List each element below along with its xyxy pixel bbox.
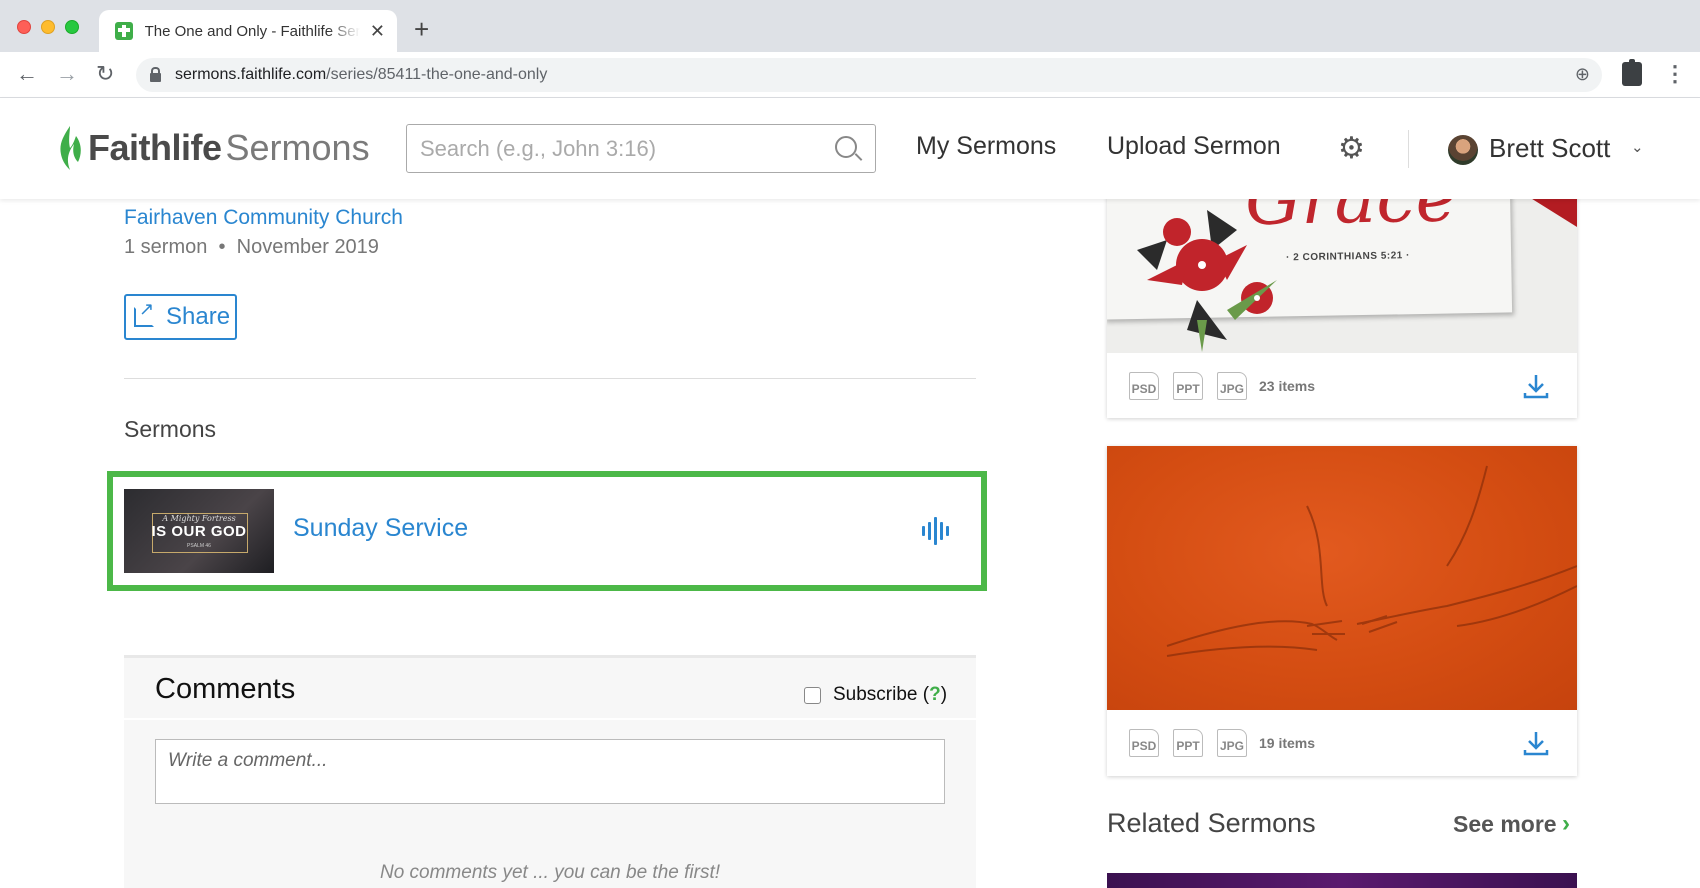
chevron-right-icon[interactable]: › <box>1562 810 1570 838</box>
external-link-icon <box>134 299 154 327</box>
empty-comments-text: No comments yet ... you can be the first… <box>379 862 721 883</box>
faithlife-sermons-logo[interactable]: Faithlife Sermons <box>56 124 370 172</box>
related-sermon-thumbnail[interactable] <box>1107 873 1577 888</box>
url-text: sermons.faithlife.com/series/85411-the-o… <box>175 66 547 84</box>
logo-wordmark-light: Sermons <box>225 127 370 168</box>
sermon-list-item[interactable]: A Mighty Fortress IS OUR GOD PSALM 46 Su… <box>124 489 960 573</box>
browser-menu-icon[interactable]: ⋮ <box>1664 62 1686 86</box>
waveform-bar <box>922 526 925 536</box>
url-host: sermons.faithlife.com <box>175 66 327 83</box>
tab-close-icon[interactable]: ✕ <box>370 22 385 40</box>
lock-icon <box>150 66 161 82</box>
resource-formats: PSD PPT JPG 23 items <box>1107 353 1577 418</box>
church-link[interactable]: Fairhaven Community Church <box>124 206 403 230</box>
logo-wordmark-bold: Faithlife <box>88 127 222 168</box>
waveform-bar <box>940 522 943 540</box>
see-more-link[interactable]: See more <box>1453 811 1557 838</box>
header-divider <box>1408 130 1409 168</box>
jpg-file-icon: JPG <box>1217 728 1247 757</box>
maximize-window-button[interactable] <box>65 20 79 34</box>
items-count: 23 items <box>1259 377 1316 394</box>
sermons-heading: Sermons <box>124 416 217 442</box>
share-label: Share <box>166 303 231 330</box>
resource-preview-image[interactable]: Grace · 2 CORINTHIANS 5:21 · <box>1107 190 1577 353</box>
subscribe-checkbox[interactable] <box>804 686 821 704</box>
sermon-title-link[interactable]: Sunday Service <box>293 514 468 543</box>
download-icon[interactable] <box>1523 730 1549 756</box>
sermon-count: 1 sermon <box>124 236 208 258</box>
sermon-thumbnail[interactable]: A Mighty Fortress IS OUR GOD PSALM 46 <box>124 489 274 573</box>
resource-preview-image[interactable] <box>1107 446 1577 710</box>
section-divider <box>124 378 976 379</box>
forward-arrow-icon[interactable]: → <box>56 62 78 86</box>
comments-section: Comments Subscribe (?) No comments yet .… <box>124 655 976 888</box>
comments-divider <box>124 718 976 720</box>
browser-tab-bar: The One and Only - Faithlife Sermons ✕ + <box>0 0 1700 52</box>
minimize-window-button[interactable] <box>41 20 55 34</box>
psd-file-icon: PSD <box>1129 371 1159 400</box>
user-name[interactable]: Brett Scott <box>1489 133 1610 164</box>
subscribe-label: Subscribe <box>833 684 918 705</box>
ppt-file-icon: PPT <box>1173 371 1203 400</box>
meta-dot: • <box>212 236 232 258</box>
comments-title: Comments <box>155 673 296 705</box>
url-path: /series/85411-the-one-and-only <box>326 66 548 83</box>
items-count: 19 items <box>1259 734 1316 751</box>
site-header: Faithlife Sermons My Sermons Upload Serm… <box>0 98 1700 199</box>
ppt-file-icon: PPT <box>1173 728 1203 757</box>
gear-icon[interactable]: ⚙ <box>1338 134 1365 164</box>
download-icon[interactable] <box>1523 373 1549 399</box>
resource-card[interactable]: PSD PPT JPG 19 items <box>1107 446 1577 776</box>
series-date: November 2019 <box>236 236 379 258</box>
reload-icon[interactable]: ↻ <box>96 62 114 86</box>
nav-my-sermons[interactable]: My Sermons <box>916 132 1056 161</box>
zoom-icon[interactable]: ⊕ <box>1575 64 1590 85</box>
clipboard-extension-icon[interactable] <box>1622 59 1642 86</box>
thumbnail-title-text: IS OUR GOD <box>151 523 247 540</box>
waveform-bar <box>934 517 937 545</box>
new-tab-button[interactable]: + <box>414 14 429 45</box>
tab-title: The One and Only - Faithlife Sermons <box>144 22 360 40</box>
url-field[interactable]: sermons.faithlife.com/series/85411-the-o… <box>136 58 1602 92</box>
thumbnail-ref-text: PSALM 46 <box>187 543 211 549</box>
close-window-button[interactable] <box>17 20 31 34</box>
psd-file-icon: PSD <box>1129 728 1159 757</box>
comment-input[interactable] <box>156 740 944 803</box>
search-input[interactable] <box>407 125 875 172</box>
subscribe-help[interactable]: (?) <box>918 684 947 706</box>
browser-tab[interactable]: The One and Only - Faithlife Sermons ✕ <box>99 10 397 52</box>
flame-icon <box>60 126 81 170</box>
avatar[interactable] <box>1448 135 1478 165</box>
help-icon[interactable]: ? <box>929 684 941 705</box>
address-bar: ← → ↻ sermons.faithlife.com/series/85411… <box>0 52 1700 98</box>
creation-hands-graphic <box>1166 465 1577 657</box>
audio-waveform-icon[interactable] <box>921 517 949 545</box>
nav-upload-sermon[interactable]: Upload Sermon <box>1107 132 1281 161</box>
subscribe-control[interactable]: Subscribe (?) <box>804 684 947 706</box>
resource-formats: PSD PPT JPG 19 items <box>1107 710 1577 775</box>
back-arrow-icon[interactable]: ← <box>16 62 38 86</box>
waveform-bar <box>946 526 949 536</box>
comment-field <box>155 739 945 804</box>
poinsettia-graphic <box>1137 210 1277 352</box>
share-button[interactable]: Share <box>124 294 237 340</box>
series-meta: 1 sermon • November 2019 <box>124 236 379 259</box>
jpg-file-icon: JPG <box>1217 371 1247 400</box>
search-box <box>406 124 876 173</box>
resource-card[interactable]: Grace · 2 CORINTHIANS 5:21 · PSD PPT JPG… <box>1107 190 1577 418</box>
related-sermons-heading: Related Sermons <box>1107 808 1316 838</box>
thumbnail-script-text: A Mighty Fortress <box>162 514 236 523</box>
grace-reference-text: · 2 CORINTHIANS 5:21 · <box>1286 250 1411 264</box>
waveform-bar <box>928 522 931 540</box>
site-favicon-icon <box>115 22 133 40</box>
search-icon[interactable] <box>835 136 857 158</box>
chevron-down-icon[interactable]: ⌄ <box>1631 138 1644 156</box>
